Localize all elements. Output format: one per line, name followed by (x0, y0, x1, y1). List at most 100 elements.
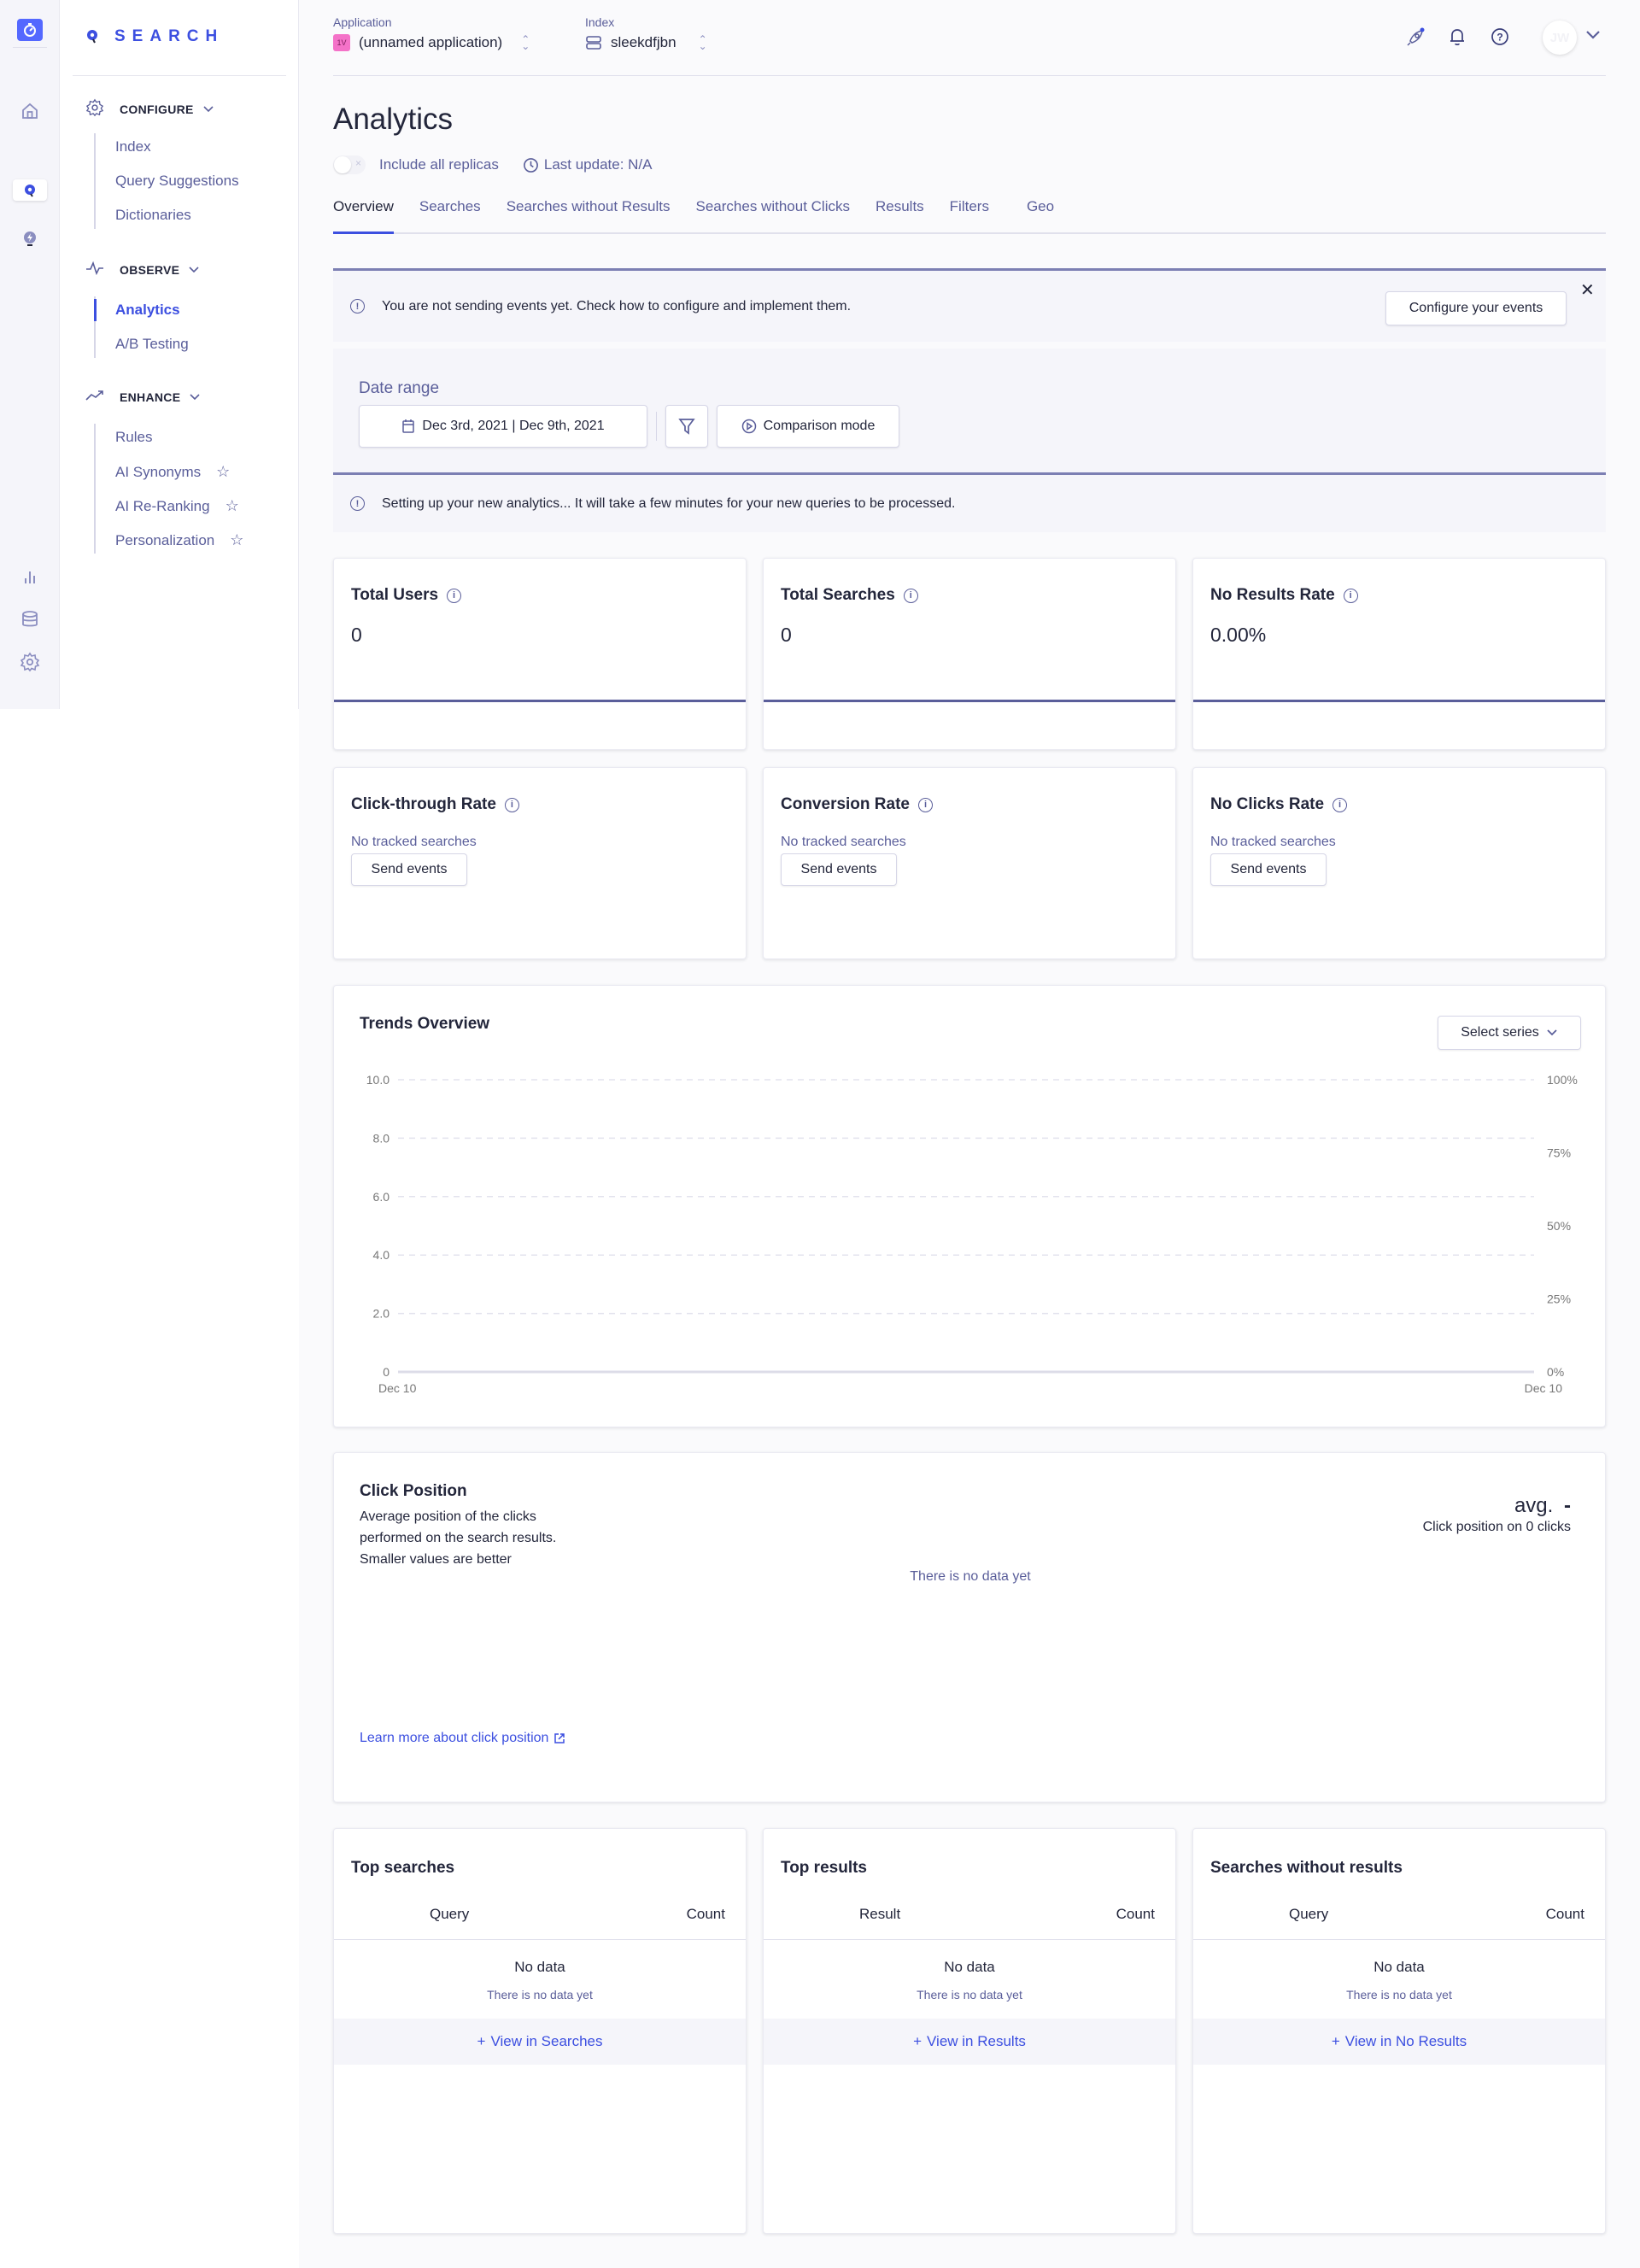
send-events-button[interactable]: Send events (781, 853, 897, 886)
sidebar-item-ai-re-ranking[interactable]: AI Re-Ranking ☆ (115, 497, 239, 515)
filter-funnel-icon (678, 419, 695, 435)
comparison-mode-button[interactable]: Comparison mode (717, 405, 899, 448)
metric-title: No Clicks Rate (1210, 795, 1325, 813)
column-header[interactable]: Result (859, 1906, 900, 1923)
click-position-card: Click Position Average position of the c… (333, 1452, 1606, 1802)
sidebar-item-query-suggestions[interactable]: Query Suggestions (115, 173, 239, 190)
chevron-down-icon (190, 393, 200, 400)
column-header[interactable]: Query (430, 1906, 469, 1923)
nav-section-enhance[interactable]: ENHANCE (85, 389, 201, 405)
sidebar-item-label: Analytics (115, 302, 180, 318)
info-icon[interactable]: i (1332, 797, 1348, 812)
nav-section-label: CONFIGURE (120, 102, 194, 116)
tab-searches-without-clicks[interactable]: Searches without Clicks (696, 198, 850, 232)
table-title: Top searches (351, 1859, 455, 1877)
column-header[interactable]: Count (1116, 1906, 1155, 1923)
info-icon[interactable]: i (903, 588, 918, 603)
account-chevron-down-icon[interactable] (1584, 29, 1602, 45)
tab-searches[interactable]: Searches (419, 198, 481, 232)
y2-tick-label: 50% (1547, 1219, 1571, 1233)
metric-title: Total Searches (781, 586, 895, 604)
avg-value: - (1564, 1494, 1571, 1517)
settings-gear-icon[interactable] (17, 649, 43, 675)
index-selector[interactable]: Index sleekdfjbn ⌃ ⌄ (585, 15, 707, 51)
view-more-link[interactable]: + View in Searches (334, 2019, 746, 2065)
plus-icon: + (477, 2033, 486, 2049)
configure-events-button[interactable]: Configure your events (1385, 291, 1567, 325)
tab-overview[interactable]: Overview (333, 198, 394, 234)
empty-subtitle: There is no data yet (1346, 1988, 1452, 2001)
play-circle-icon (741, 419, 756, 434)
include-replicas-toggle[interactable]: × (333, 155, 366, 174)
updown-chevron-icon: ⌃ ⌄ (698, 33, 707, 52)
tab-searches-without-results[interactable]: Searches without Results (507, 198, 671, 232)
svg-text:?: ? (1496, 32, 1502, 44)
application-selector[interactable]: Application 1V (unnamed application) ⌃ ⌄ (333, 15, 530, 51)
star-icon: ☆ (230, 531, 244, 548)
sidebar-item-a-b-testing[interactable]: A/B Testing (115, 336, 189, 353)
metric-title: Conversion Rate (781, 795, 910, 813)
description-line: Smaller values are better (360, 1552, 512, 1567)
view-more-link[interactable]: + View in Results (764, 2019, 1175, 2065)
tab-geo[interactable]: Geo (1027, 198, 1054, 232)
metric-sparkline (1193, 700, 1605, 702)
click-position-description: Average position of the clicks performed… (360, 1506, 556, 1570)
y2-tick-label: 0% (1547, 1365, 1564, 1379)
sidebar-item-rules[interactable]: Rules (115, 429, 152, 446)
plus-icon: + (913, 2033, 922, 2049)
recommend-icon[interactable] (17, 226, 43, 252)
column-header[interactable]: Count (687, 1906, 725, 1923)
metric-sparkline (764, 700, 1175, 702)
table-title: Top results (781, 1859, 867, 1877)
sidebar-item-label: Query Suggestions (115, 173, 239, 189)
nav-section-configure[interactable]: CONFIGURE (85, 98, 214, 120)
sidebar-item-label: A/B Testing (115, 336, 189, 352)
send-events-button[interactable]: Send events (351, 853, 467, 886)
y2-tick-label: 100% (1547, 1073, 1578, 1087)
date-range-picker[interactable]: Dec 3rd, 2021 | Dec 9th, 2021 (359, 405, 647, 448)
metric-sparkline (334, 700, 746, 702)
empty-state: No data There is no data yet (1193, 1940, 1605, 2019)
learn-more-click-position-link[interactable]: Learn more about click position (360, 1731, 565, 1746)
view-more-label: View in Searches (490, 2033, 603, 2049)
search-product-icon[interactable] (13, 179, 47, 201)
sidebar-item-personalization[interactable]: Personalization ☆ (115, 531, 243, 549)
filter-button[interactable] (665, 405, 708, 448)
column-header[interactable]: Count (1546, 1906, 1584, 1923)
rocket-icon[interactable] (1405, 27, 1426, 52)
date-range-label: Date range (359, 379, 440, 397)
info-icon[interactable]: i (447, 588, 462, 603)
icon-rail (0, 0, 60, 709)
close-banner-icon[interactable]: ✕ (1580, 279, 1595, 301)
info-icon[interactable]: i (917, 797, 933, 812)
home-icon[interactable] (17, 98, 43, 124)
view-more-label: View in Results (927, 2033, 1026, 2049)
metric-card-no-clicks-rate: No Clicks Rate i No tracked searches Send e… (1192, 767, 1606, 959)
chevron-down-icon (203, 105, 214, 112)
sidebar-item-analytics[interactable]: Analytics (115, 302, 180, 319)
nav-section-line (94, 133, 96, 229)
nav-section-observe[interactable]: OBSERVE (85, 261, 200, 278)
analytics-bar-icon[interactable] (17, 564, 43, 589)
rail-divider (13, 47, 47, 48)
view-more-link[interactable]: + View in No Results (1193, 2019, 1605, 2065)
search-logo-icon (87, 30, 97, 44)
tab-results[interactable]: Results (876, 198, 924, 232)
sidebar-item-ai-synonyms[interactable]: AI Synonyms ☆ (115, 463, 230, 481)
info-icon[interactable]: i (1343, 588, 1358, 603)
sidebar-item-index[interactable]: Index (115, 138, 151, 155)
help-icon[interactable]: ? (1491, 27, 1509, 50)
application-name: (unnamed application) (359, 34, 503, 50)
sidebar-item-dictionaries[interactable]: Dictionaries (115, 207, 191, 224)
send-events-button[interactable]: Send events (1210, 853, 1327, 886)
info-icon[interactable]: i (504, 797, 519, 812)
notifications-bell-icon[interactable] (1449, 27, 1466, 50)
user-avatar[interactable]: JW (1543, 21, 1577, 55)
tab-filters[interactable]: Filters (950, 198, 989, 232)
application-label: Application (333, 15, 392, 29)
metric-status: No tracked searches (351, 835, 477, 849)
column-header[interactable]: Query (1289, 1906, 1328, 1923)
database-icon[interactable] (17, 607, 43, 632)
logo-icon[interactable] (17, 19, 43, 41)
empty-title: No data (944, 1959, 995, 1975)
